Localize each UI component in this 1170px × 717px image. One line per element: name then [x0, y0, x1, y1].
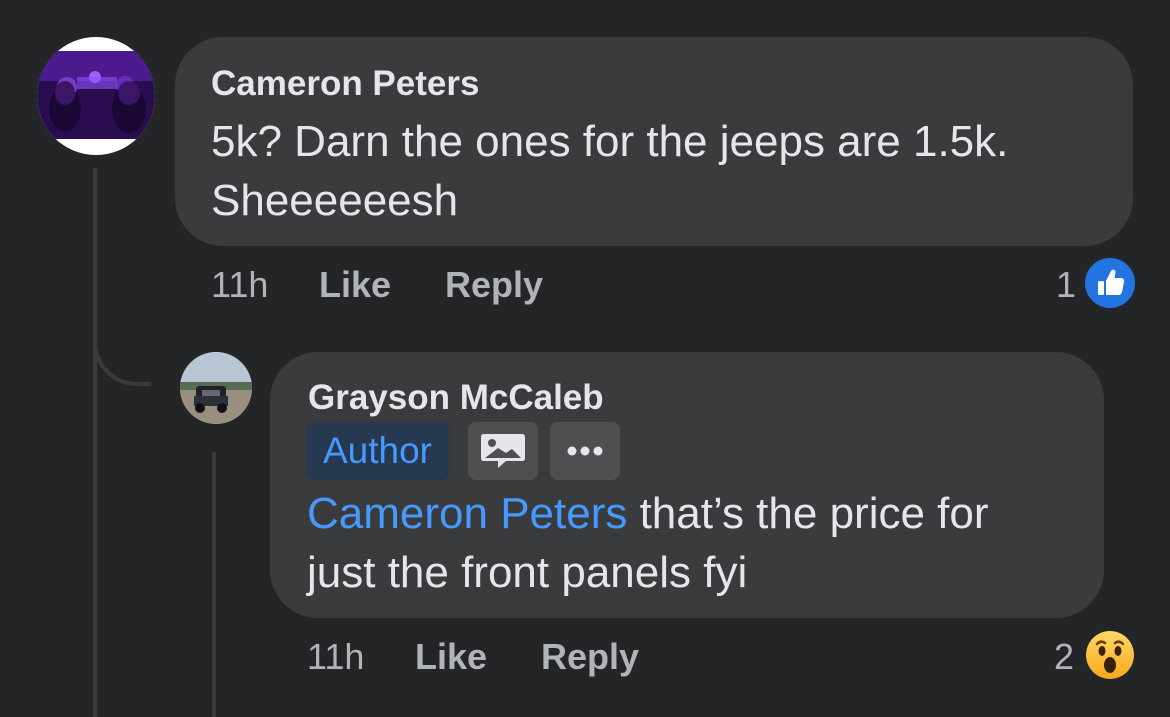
mention-link[interactable]: Cameron Peters [307, 489, 627, 538]
wow-face-icon[interactable] [1085, 630, 1135, 680]
more-options-button[interactable] [550, 422, 620, 480]
photo-comment-button[interactable] [468, 422, 538, 480]
reply-text-line: Cameron Peters that’s the price for [307, 484, 989, 543]
reply-button[interactable]: Reply [541, 636, 639, 678]
comment-author-name[interactable]: Cameron Peters [211, 64, 479, 104]
avatar[interactable] [180, 352, 252, 424]
author-badge: Author [306, 422, 449, 480]
comment-text-line: 5k? Darn the ones for the jeeps are 1.5k… [211, 117, 1009, 166]
reply-timestamp[interactable]: 11h [307, 636, 364, 678]
avatar-photo [37, 51, 155, 139]
like-button[interactable]: Like [415, 636, 487, 678]
comment-timestamp[interactable]: 11h [211, 264, 268, 306]
reply-thread-line [212, 452, 216, 717]
comment-text-line: Sheeeeeesh [211, 176, 459, 225]
like-thumb-icon[interactable] [1082, 255, 1138, 311]
avatar-photo [180, 352, 252, 424]
thread-line [93, 168, 97, 717]
reaction-count[interactable]: 1 [1040, 264, 1076, 306]
image-message-icon [481, 434, 525, 468]
reply-connector-line [93, 300, 151, 386]
avatar[interactable] [37, 37, 155, 155]
reaction-count[interactable]: 2 [1038, 636, 1074, 678]
reply-text-line: just the front panels fyi [307, 548, 748, 597]
like-button[interactable]: Like [319, 264, 391, 306]
reply-author-name[interactable]: Grayson McCaleb [308, 378, 604, 418]
reply-button[interactable]: Reply [445, 264, 543, 306]
comment-thread: Cameron Peters 5k? Darn the ones for the… [0, 0, 1170, 717]
more-dots-icon [567, 446, 603, 456]
reply-text-segment: that’s the price for [627, 489, 989, 538]
